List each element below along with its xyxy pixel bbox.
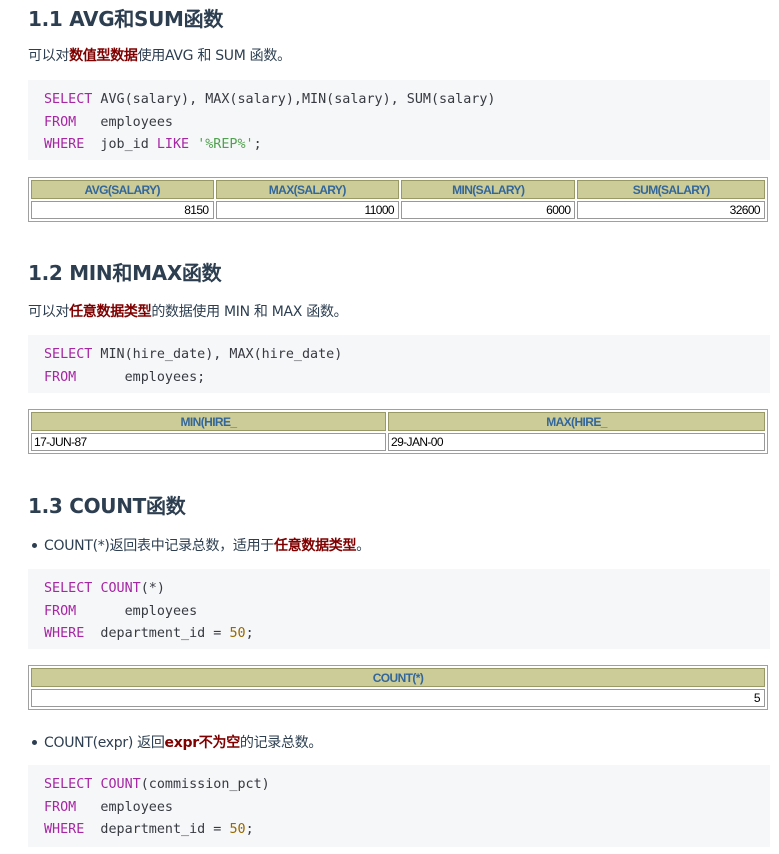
- table-row: 5: [31, 689, 765, 707]
- section-paragraph-avg-sum: 可以对数值型数据使用AVG 和 SUM 函数。: [28, 45, 291, 65]
- code-line: SELECT MIN(hire_date), MAX(hire_date): [44, 347, 343, 362]
- section-paragraph-min-max: 可以对任意数据类型的数据使用 MIN 和 MAX 函数。: [28, 301, 348, 321]
- code-block-count-star[interactable]: SELECT COUNT(*) FROM employees WHERE depar…: [28, 569, 770, 649]
- table-cell: 17-JUN-87: [31, 433, 386, 451]
- para-highlight: 数值型数据: [69, 48, 138, 64]
- column-header: MAX(SALARY): [215, 180, 399, 199]
- table-header-row: MIN(HIRE_ MAX(HIRE_: [31, 412, 765, 431]
- code-line: WHERE department_id = 50;: [44, 822, 254, 837]
- code-line: SELECT COUNT(commission_pct): [44, 777, 270, 792]
- section-heading-avg-sum: 1.1 AVG和SUM函数: [28, 7, 224, 31]
- column-header: AVG(SALARY): [31, 180, 214, 199]
- article-page: 1.1 AVG和SUM函数 可以对数值型数据使用AVG 和 SUM 函数。 SE…: [0, 0, 779, 854]
- table-header-row: AVG(SALARY) MAX(SALARY) MIN(SALARY) SUM(…: [31, 180, 765, 199]
- para-highlight: 任意数据类型: [69, 304, 152, 320]
- code-line: FROM employees;: [44, 369, 206, 385]
- bullet-text: 的记录总数。: [239, 735, 323, 751]
- column-header: MAX(HIRE_: [388, 412, 765, 431]
- code-line: FROM employees: [44, 114, 173, 130]
- bullet-list: COUNT(expr) 返回expr不为空的记录总数。: [31, 732, 323, 752]
- table-header-row: COUNT(*): [31, 668, 765, 687]
- table-cell: 6000: [401, 201, 576, 219]
- table-cell: 32600: [577, 201, 765, 219]
- code-line: WHERE job_id LIKE '%REP%';: [44, 137, 262, 152]
- bullet-text: COUNT(expr) 返回: [44, 735, 165, 751]
- para-text: 可以对: [28, 48, 70, 64]
- table-cell: 5: [31, 689, 765, 707]
- code-line: SELECT AVG(salary), MAX(salary),MIN(sala…: [44, 92, 496, 107]
- code-block-avg-sum[interactable]: SELECT AVG(salary), MAX(salary),MIN(sala…: [28, 80, 770, 160]
- bullet-highlight: expr不为空: [164, 735, 241, 751]
- bullet-list: COUNT(*)返回表中记录总数，适用于任意数据类型。: [32, 535, 370, 555]
- result-table-min-max: MIN(HIRE_ MAX(HIRE_ 17-JUN-87 29-JAN-00: [28, 409, 768, 454]
- code-block-min-max[interactable]: SELECT MIN(hire_date), MAX(hire_date) FRO…: [28, 335, 770, 393]
- result-table-count: COUNT(*) 5: [28, 665, 768, 710]
- column-header: SUM(SALARY): [577, 180, 765, 199]
- list-item: COUNT(*)返回表中记录总数，适用于任意数据类型。: [32, 535, 370, 555]
- list-item: COUNT(expr) 返回expr不为空的记录总数。: [31, 732, 323, 752]
- para-text: 的数据使用 MIN 和 MAX 函数。: [151, 304, 348, 320]
- column-header: MIN(SALARY): [401, 180, 576, 199]
- code-line: SELECT COUNT(*): [44, 581, 165, 596]
- bullet-text: COUNT(*)返回表中记录总数，适用于: [44, 538, 274, 554]
- column-header: MIN(HIRE_: [31, 412, 386, 431]
- section-heading-count: 1.3 COUNT函数: [28, 494, 186, 518]
- column-header: COUNT(*): [31, 668, 765, 687]
- code-line: WHERE department_id = 50;: [44, 626, 254, 641]
- bullet-text: 。: [356, 538, 370, 554]
- table-row: 17-JUN-87 29-JAN-00: [31, 433, 765, 451]
- code-line: FROM employees: [44, 603, 198, 619]
- table-cell: 8150: [31, 201, 214, 219]
- section-heading-min-max: 1.2 MIN和MAX函数: [28, 261, 222, 285]
- code-line: FROM employees: [44, 799, 173, 815]
- table-cell: 11000: [215, 201, 399, 219]
- table-cell: 29-JAN-00: [388, 433, 765, 451]
- para-text: 使用AVG 和 SUM 函数。: [137, 48, 291, 64]
- table-row: 8150 11000 6000 32600: [31, 201, 765, 219]
- para-text: 可以对: [28, 304, 70, 320]
- code-block-count-expr[interactable]: SELECT COUNT(commission_pct) FROM employe…: [28, 765, 770, 847]
- result-table-avg-sum: AVG(SALARY) MAX(SALARY) MIN(SALARY) SUM(…: [28, 177, 768, 222]
- bullet-highlight: 任意数据类型: [274, 538, 357, 554]
